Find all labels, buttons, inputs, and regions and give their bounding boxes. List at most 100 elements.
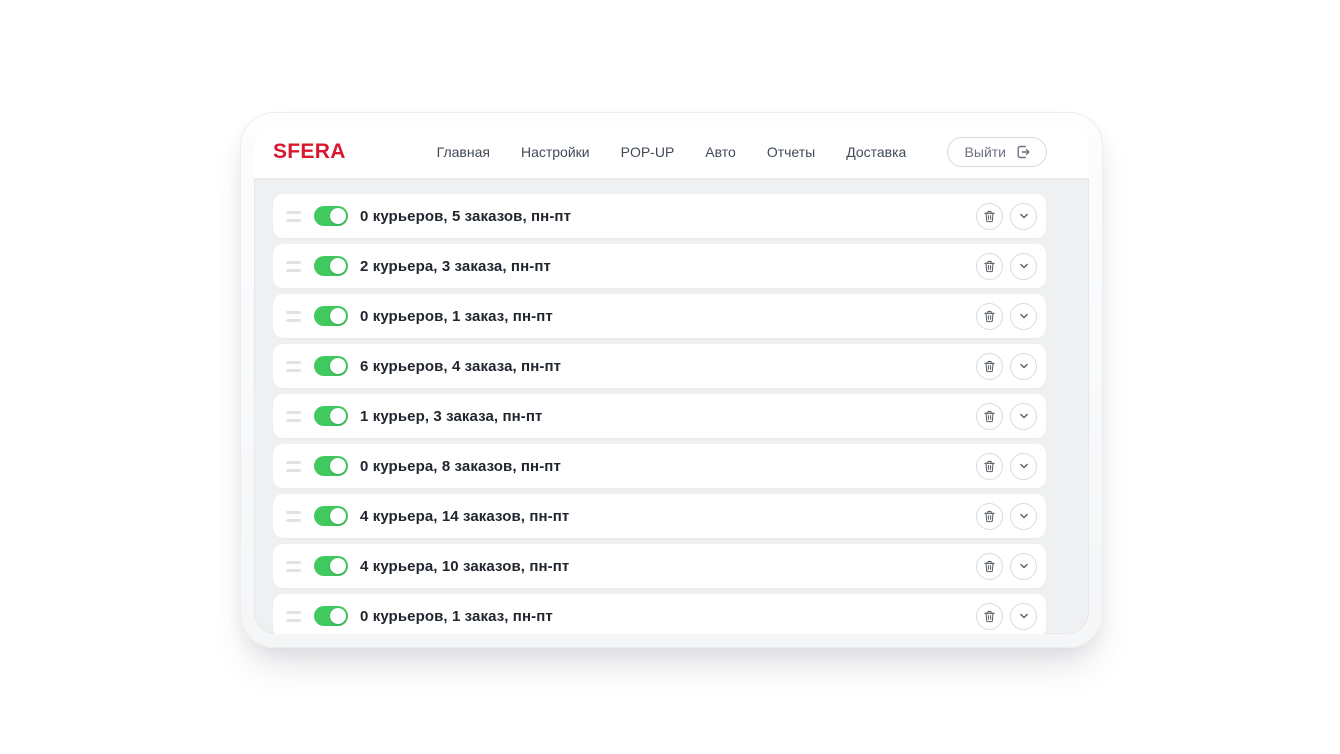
nav-item[interactable]: Главная <box>437 144 490 160</box>
schedule-row: 0 курьеров, 1 заказ, пн-пт <box>273 594 1046 634</box>
row-toggle[interactable] <box>314 256 348 276</box>
delete-row-button[interactable] <box>976 502 1003 530</box>
row-label: 0 курьеров, 1 заказ, пн-пт <box>360 307 553 325</box>
row-toggle[interactable] <box>314 606 348 626</box>
drag-handle-icon[interactable] <box>286 460 301 472</box>
row-actions <box>976 402 1037 430</box>
trash-icon <box>982 309 997 324</box>
toggle-knob <box>330 208 346 224</box>
delete-row-button[interactable] <box>976 302 1003 330</box>
schedule-row: 1 курьер, 3 заказа, пн-пт <box>273 394 1046 438</box>
trash-icon <box>982 259 997 274</box>
toggle-knob <box>330 458 346 474</box>
nav-item[interactable]: Отчеты <box>767 144 815 160</box>
delete-row-button[interactable] <box>976 252 1003 280</box>
main-nav: Главная Настройки POP-UP Авто Отчеты Доставка <box>437 144 907 160</box>
drag-handle-icon[interactable] <box>286 410 301 422</box>
trash-icon <box>982 459 997 474</box>
row-label: 4 курьера, 14 заказов, пн-пт <box>360 507 570 525</box>
expand-row-button[interactable] <box>1010 602 1037 630</box>
logout-button[interactable]: Выйти <box>946 137 1047 167</box>
drag-handle-icon[interactable] <box>286 310 301 322</box>
expand-row-button[interactable] <box>1010 552 1037 580</box>
row-actions <box>976 552 1037 580</box>
row-toggle[interactable] <box>314 406 348 426</box>
chevron-down-icon <box>1017 609 1031 623</box>
row-label: 4 курьера, 10 заказов, пн-пт <box>360 557 570 575</box>
schedule-row: 6 курьеров, 4 заказа, пн-пт <box>273 344 1046 388</box>
chevron-down-icon <box>1017 509 1031 523</box>
expand-row-button[interactable] <box>1010 302 1037 330</box>
drag-handle-icon[interactable] <box>286 360 301 372</box>
schedule-row: 4 курьера, 14 заказов, пн-пт <box>273 494 1046 538</box>
row-label: 0 курьеров, 1 заказ, пн-пт <box>360 607 553 625</box>
chevron-down-icon <box>1017 209 1031 223</box>
expand-row-button[interactable] <box>1010 202 1037 230</box>
drag-handle-icon[interactable] <box>286 210 301 222</box>
chevron-down-icon <box>1017 309 1031 323</box>
row-label: 1 курьер, 3 заказа, пн-пт <box>360 407 543 425</box>
row-actions <box>976 302 1037 330</box>
trash-icon <box>982 509 997 524</box>
drag-handle-icon[interactable] <box>286 260 301 272</box>
drag-handle-icon[interactable] <box>286 610 301 622</box>
schedule-row: 0 курьеров, 1 заказ, пн-пт <box>273 294 1046 338</box>
toggle-knob <box>330 558 346 574</box>
chevron-down-icon <box>1017 409 1031 423</box>
schedule-row: 0 курьера, 8 заказов, пн-пт <box>273 444 1046 488</box>
toggle-knob <box>330 358 346 374</box>
toggle-knob <box>330 408 346 424</box>
expand-row-button[interactable] <box>1010 252 1037 280</box>
app-header: SFERA Главная Настройки POP-UP Авто Отчеты До… <box>254 126 1089 178</box>
row-actions <box>976 602 1037 630</box>
expand-row-button[interactable] <box>1010 402 1037 430</box>
app-logo: SFERA <box>273 140 346 163</box>
expand-row-button[interactable] <box>1010 502 1037 530</box>
trash-icon <box>982 409 997 424</box>
delete-row-button[interactable] <box>976 452 1003 480</box>
row-toggle[interactable] <box>314 206 348 226</box>
expand-row-button[interactable] <box>1010 452 1037 480</box>
nav-item[interactable]: Настройки <box>521 144 590 160</box>
delete-row-button[interactable] <box>976 352 1003 380</box>
row-actions <box>976 502 1037 530</box>
app-screen: SFERA Главная Настройки POP-UP Авто Отчеты До… <box>254 126 1089 634</box>
row-label: 2 курьера, 3 заказа, пн-пт <box>360 257 551 275</box>
row-actions <box>976 352 1037 380</box>
schedule-row: 2 курьера, 3 заказа, пн-пт <box>273 244 1046 288</box>
row-toggle[interactable] <box>314 556 348 576</box>
chevron-down-icon <box>1017 459 1031 473</box>
delete-row-button[interactable] <box>976 202 1003 230</box>
logout-icon <box>1015 144 1031 160</box>
row-label: 6 курьеров, 4 заказа, пн-пт <box>360 357 562 375</box>
trash-icon <box>982 559 997 574</box>
delete-row-button[interactable] <box>976 602 1003 630</box>
row-toggle[interactable] <box>314 306 348 326</box>
schedule-row: 0 курьеров, 5 заказов, пн-пт <box>273 194 1046 238</box>
expand-row-button[interactable] <box>1010 352 1037 380</box>
trash-icon <box>982 209 997 224</box>
row-label: 0 курьера, 8 заказов, пн-пт <box>360 457 561 475</box>
nav-item[interactable]: Доставка <box>846 144 906 160</box>
row-toggle[interactable] <box>314 456 348 476</box>
trash-icon <box>982 359 997 374</box>
toggle-knob <box>330 258 346 274</box>
logout-button-label: Выйти <box>964 144 1006 160</box>
schedule-row-list: 0 курьеров, 5 заказов, пн-пт 2 курьера, … <box>254 178 1089 634</box>
row-actions <box>976 252 1037 280</box>
delete-row-button[interactable] <box>976 402 1003 430</box>
device-frame: SFERA Главная Настройки POP-UP Авто Отчеты До… <box>240 112 1103 648</box>
trash-icon <box>982 609 997 624</box>
row-toggle[interactable] <box>314 356 348 376</box>
nav-item[interactable]: POP-UP <box>621 144 675 160</box>
row-actions <box>976 202 1037 230</box>
row-toggle[interactable] <box>314 506 348 526</box>
drag-handle-icon[interactable] <box>286 510 301 522</box>
schedule-row: 4 курьера, 10 заказов, пн-пт <box>273 544 1046 588</box>
toggle-knob <box>330 308 346 324</box>
drag-handle-icon[interactable] <box>286 560 301 572</box>
delete-row-button[interactable] <box>976 552 1003 580</box>
toggle-knob <box>330 508 346 524</box>
chevron-down-icon <box>1017 359 1031 373</box>
nav-item[interactable]: Авто <box>705 144 736 160</box>
